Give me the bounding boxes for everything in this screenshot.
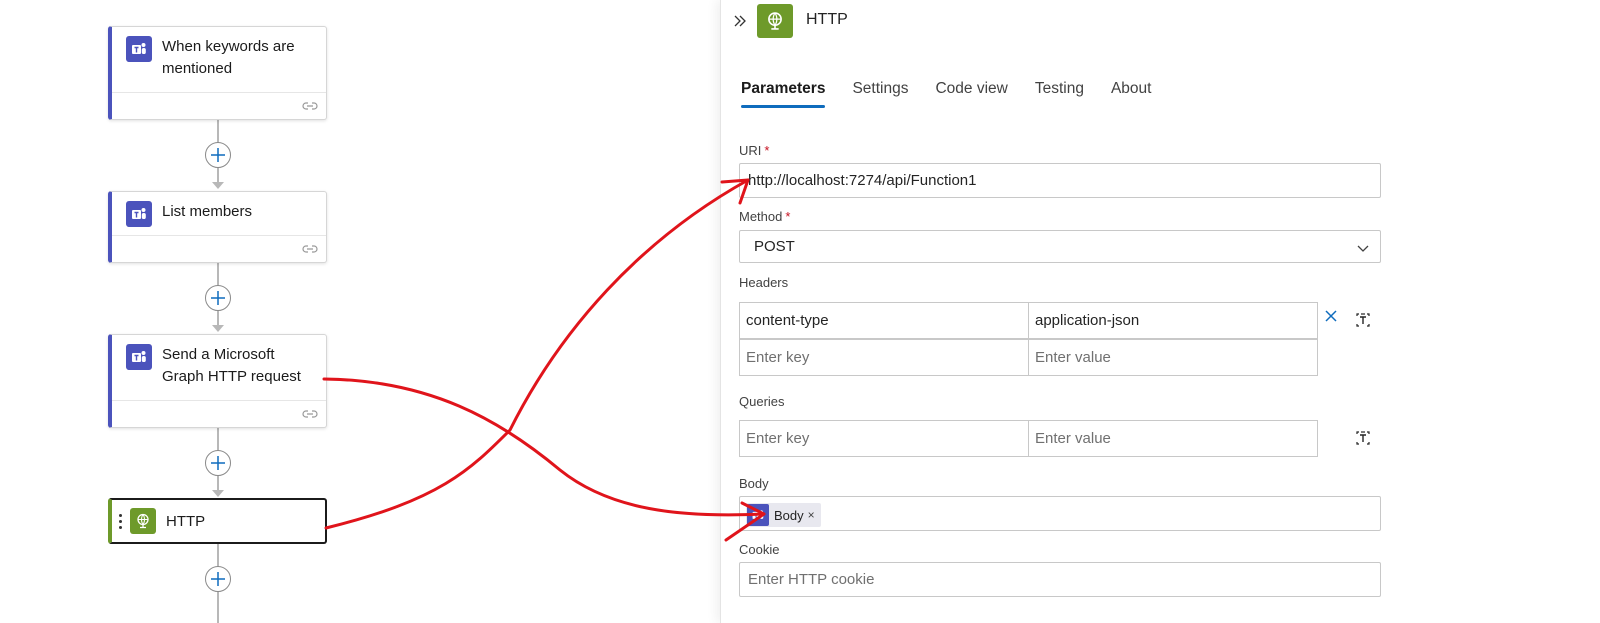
step-title: Send a Microsoft Graph HTTP request [162,346,301,385]
connector-arrow [212,182,224,189]
cookie-input[interactable]: Enter HTTP cookie [739,562,1381,597]
queries-label: Queries [739,394,785,409]
link-icon [302,410,318,418]
uri-label: URI * [739,143,770,158]
flow-canvas: When keywords are mentioned List members … [0,0,720,623]
flow-step-send-graph-request[interactable]: Send a Microsoft Graph HTTP request [108,334,327,428]
action-details-panel: HTTP Parameters Settings Code view Testi… [720,0,1600,623]
link-icon [302,245,318,253]
cookie-label: Cookie [739,542,780,557]
plus-icon [211,148,225,162]
header-value-input[interactable]: application-json [1028,302,1318,339]
plus-icon [211,572,225,586]
link-icon [302,102,318,110]
query-key-input[interactable]: Enter key [739,420,1029,457]
panel-tabs: Parameters Settings Code view Testing Ab… [741,80,1178,108]
step-title: List members [162,203,253,220]
connector-arrow [212,325,224,332]
collapse-panel-icon[interactable] [731,12,749,30]
connector-arrow [212,490,224,497]
close-icon [1325,310,1337,322]
add-step-button[interactable] [205,285,231,311]
step-title: When keywords are mentioned [162,38,295,77]
teams-icon [126,344,152,370]
teams-icon [126,36,152,62]
http-globe-icon [130,508,156,534]
method-label: Method * [739,209,791,224]
add-step-button[interactable] [205,566,231,592]
step-title: HTTP [166,512,206,530]
method-dropdown[interactable]: POST [739,230,1381,263]
panel-title: HTTP [806,11,848,28]
body-input[interactable]: Body × [739,496,1381,531]
plus-icon [211,291,225,305]
text-mode-icon [1356,431,1370,445]
drag-handle-icon[interactable] [116,513,124,529]
tab-testing[interactable]: Testing [1035,80,1084,108]
headers-label: Headers [739,275,789,290]
switch-to-text-mode-button[interactable] [1353,310,1373,330]
http-globe-icon [757,4,793,38]
header-value-empty-input[interactable]: Enter value [1028,339,1318,376]
chevron-down-icon [1357,245,1369,252]
tab-parameters[interactable]: Parameters [741,80,826,108]
header-key-input[interactable]: content-type [739,302,1029,339]
plus-icon [211,456,225,470]
flow-step-list-members[interactable]: List members [108,191,327,263]
add-step-button[interactable] [205,142,231,168]
flow-step-when-keywords-mentioned[interactable]: When keywords are mentioned [108,26,327,120]
body-dynamic-token[interactable]: Body × [746,503,821,527]
uri-input[interactable]: http://localhost:7274/api/Function1 [739,163,1381,198]
header-key-empty-input[interactable]: Enter key [739,339,1029,376]
remove-header-button[interactable] [1321,306,1341,326]
add-step-button[interactable] [205,450,231,476]
switch-to-text-mode-button[interactable] [1353,428,1373,448]
method-value: POST [754,238,795,255]
teams-icon [126,201,152,227]
query-value-input[interactable]: Enter value [1028,420,1318,457]
token-label: Body [774,507,804,523]
remove-token-button[interactable]: × [808,508,815,522]
body-label: Body [739,476,769,491]
tab-about[interactable]: About [1111,80,1152,108]
flow-step-http[interactable]: HTTP [108,498,327,544]
text-mode-icon [1356,313,1370,327]
tab-code-view[interactable]: Code view [935,80,1007,108]
tab-settings[interactable]: Settings [852,80,908,108]
teams-icon [747,504,769,526]
